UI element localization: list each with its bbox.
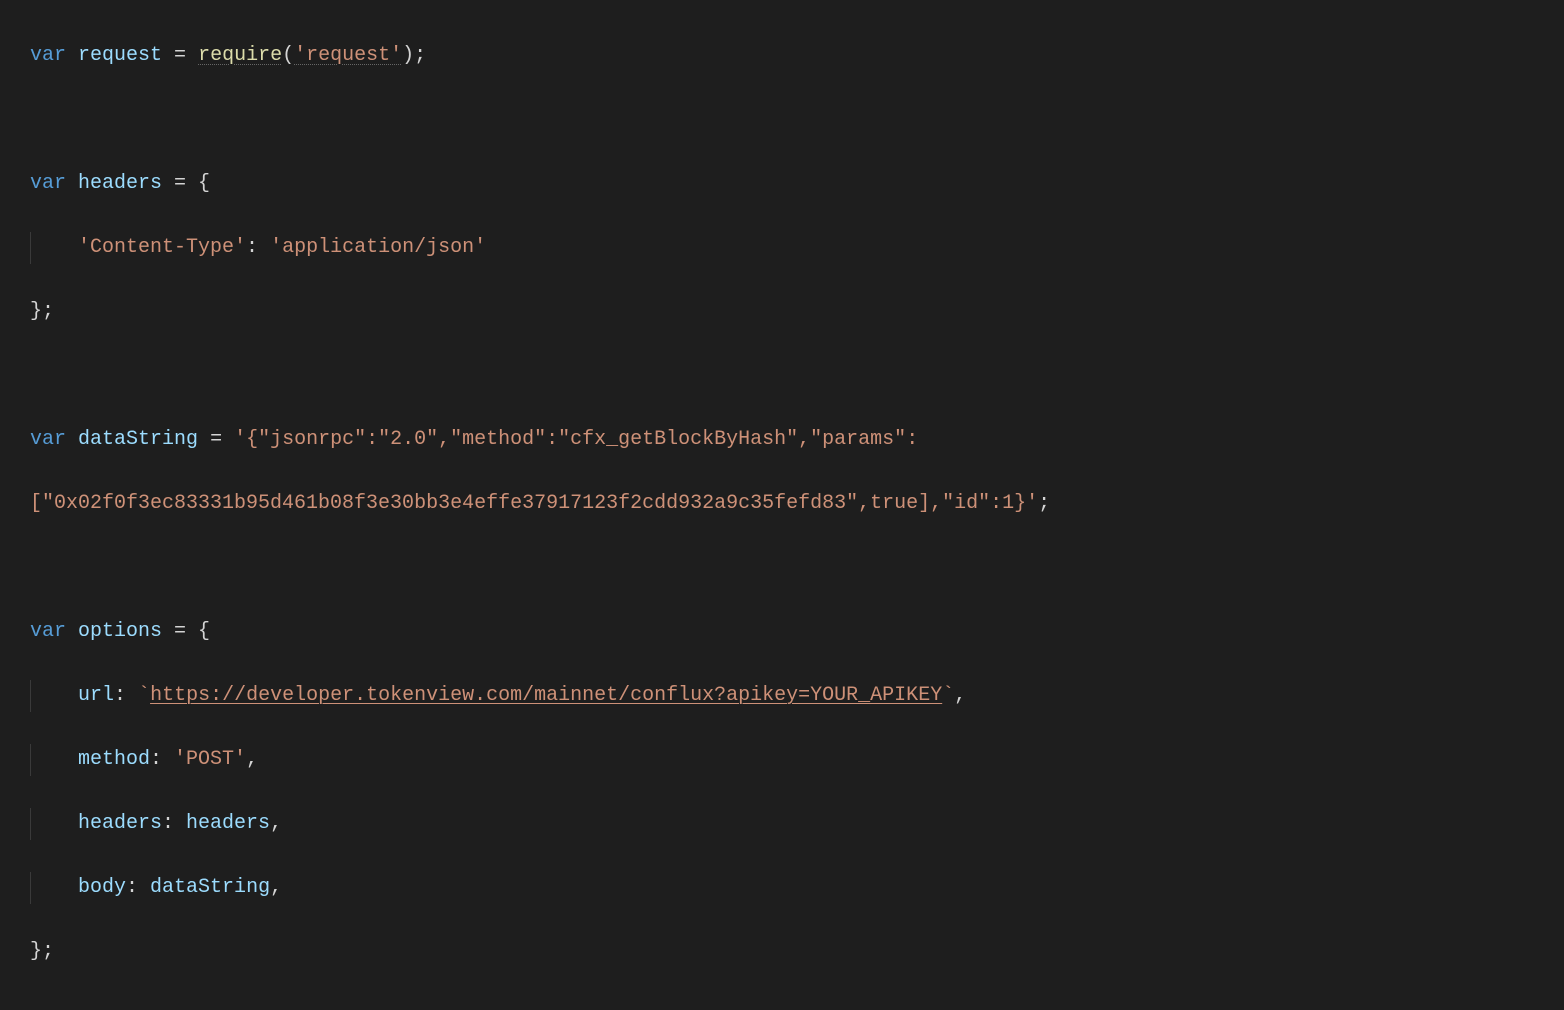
keyword-var: var: [30, 44, 66, 67]
code-editor[interactable]: var request = require('request'); var he…: [0, 0, 1564, 1010]
blank-line: [30, 552, 1564, 584]
prop-key: method: [78, 748, 150, 771]
keyword-var: var: [30, 172, 66, 195]
keyword-var: var: [30, 428, 66, 451]
blank-line: [30, 1000, 1564, 1010]
identifier: options: [78, 620, 162, 643]
brace-close: };: [30, 300, 54, 323]
code-line[interactable]: ["0x02f0f3ec83331b95d461b08f3e30bb3e4eff…: [30, 488, 1564, 520]
code-line[interactable]: var options = {: [30, 616, 1564, 648]
fn-require: require: [198, 44, 282, 67]
blank-line: [30, 104, 1564, 136]
string-key: 'Content-Type': [78, 236, 246, 259]
code-line[interactable]: var request = require('request');: [30, 40, 1564, 72]
prop-key: url: [78, 684, 114, 707]
string-literal: '{"jsonrpc":"2.0","method":"cfx_getBlock…: [234, 428, 918, 451]
code-line[interactable]: headers: headers,: [30, 808, 1564, 840]
url-literal: https://developer.tokenview.com/mainnet/…: [150, 684, 942, 707]
prop-key: headers: [78, 812, 162, 835]
string-literal: ["0x02f0f3ec83331b95d461b08f3e30bb3e4eff…: [30, 492, 1038, 515]
code-line[interactable]: var headers = {: [30, 168, 1564, 200]
code-line[interactable]: body: dataString,: [30, 872, 1564, 904]
identifier: headers: [186, 812, 270, 835]
code-line[interactable]: };: [30, 936, 1564, 968]
code-line[interactable]: url: `https://developer.tokenview.com/ma…: [30, 680, 1564, 712]
identifier: headers: [78, 172, 162, 195]
code-line[interactable]: method: 'POST',: [30, 744, 1564, 776]
prop-key: body: [78, 876, 126, 899]
brace-close: };: [30, 940, 54, 963]
code-line[interactable]: var dataString = '{"jsonrpc":"2.0","meth…: [30, 424, 1564, 456]
keyword-var: var: [30, 620, 66, 643]
code-line[interactable]: };: [30, 296, 1564, 328]
blank-line: [30, 360, 1564, 392]
code-line[interactable]: 'Content-Type': 'application/json': [30, 232, 1564, 264]
string-value: 'application/json': [270, 236, 486, 259]
identifier: dataString: [150, 876, 270, 899]
identifier: request: [78, 44, 162, 67]
identifier: dataString: [78, 428, 198, 451]
string-literal: 'request': [294, 44, 402, 67]
string-value: 'POST': [174, 748, 246, 771]
